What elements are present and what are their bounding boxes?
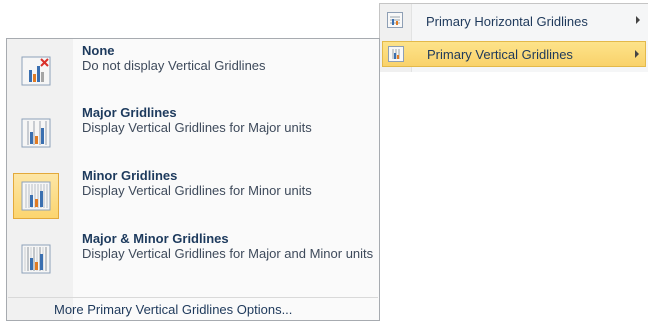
no-gridlines-icon bbox=[13, 48, 59, 94]
major-minor-gridlines-icon bbox=[13, 236, 59, 282]
submenu-item-description: Display Vertical Gridlines for Major and… bbox=[82, 246, 374, 261]
submenu-item-title: Minor Gridlines bbox=[82, 168, 178, 183]
parent-menu: Primary Horizontal Gridlines Primary Ver… bbox=[379, 3, 648, 72]
menu-item-primary-horizontal-gridlines[interactable]: Primary Horizontal Gridlines bbox=[382, 8, 646, 34]
submenu-item-none[interactable]: None Do not display Vertical Gridlines bbox=[8, 40, 378, 100]
minor-gridlines-icon bbox=[13, 173, 59, 219]
horizontal-gridlines-icon bbox=[387, 12, 403, 28]
submenu-item-minor-gridlines[interactable]: Minor Gridlines Display Vertical Gridlin… bbox=[8, 165, 378, 225]
major-gridlines-icon bbox=[13, 110, 59, 156]
submenu-item-major-minor-gridlines[interactable]: Major & Minor Gridlines Display Vertical… bbox=[8, 228, 378, 288]
chevron-right-icon bbox=[636, 16, 640, 24]
submenu-item-description: Display Vertical Gridlines for Major uni… bbox=[82, 120, 312, 135]
chevron-right-icon bbox=[635, 50, 639, 58]
submenu-item-major-gridlines[interactable]: Major Gridlines Display Vertical Gridlin… bbox=[8, 102, 378, 162]
more-gridlines-options-item[interactable]: More Primary Vertical Gridlines Options.… bbox=[8, 297, 378, 320]
vertical-gridlines-icon bbox=[388, 46, 404, 62]
more-gridlines-options-label: More Primary Vertical Gridlines Options.… bbox=[54, 302, 293, 317]
submenu-item-title: Major & Minor Gridlines bbox=[82, 231, 229, 246]
menu-item-primary-vertical-gridlines[interactable]: Primary Vertical Gridlines bbox=[382, 41, 646, 67]
submenu-item-description: Display Vertical Gridlines for Minor uni… bbox=[82, 183, 312, 198]
menu-item-label: Primary Vertical Gridlines bbox=[427, 46, 573, 62]
submenu-item-description: Do not display Vertical Gridlines bbox=[82, 58, 266, 73]
submenu-item-title: None bbox=[82, 43, 115, 58]
menu-item-label: Primary Horizontal Gridlines bbox=[426, 13, 588, 29]
vertical-gridlines-submenu: None Do not display Vertical Gridlines M… bbox=[6, 38, 380, 321]
submenu-item-title: Major Gridlines bbox=[82, 105, 177, 120]
